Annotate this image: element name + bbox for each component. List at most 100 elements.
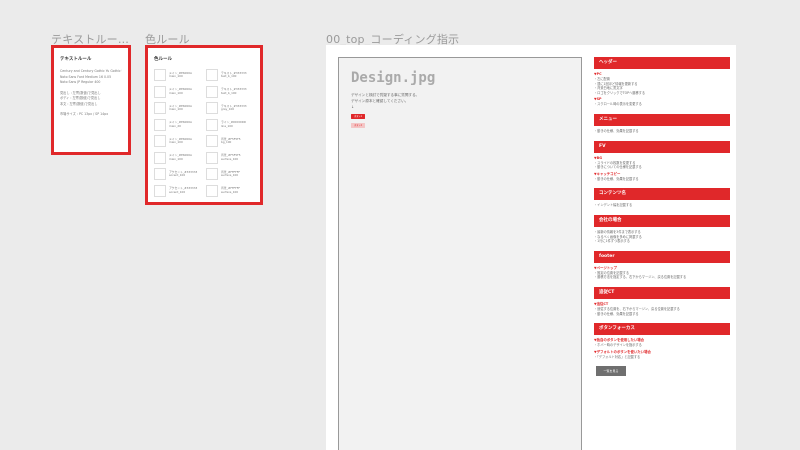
spec-section: 会社の場合 ・最新の情報を3件まで表示する ・なるべく画像を多めに掲載する ・1行に1… [594,214,730,244]
spec-section: ヘッダー ▼PC ・左に配置 ・週に1回ほど情報を更新する ・背景白地に黒文字 ・ロゴをク… [594,57,730,107]
spec-section: コンテンツ名 ・インデント幅を記載する [594,188,730,208]
color-swatch-row: メイン_#E6000A main_100 [154,102,202,115]
color-swatch-token: main_100 [169,107,183,112]
spec-section-title: 会社の場合 [594,214,730,227]
color-swatch-label: アクセント_#333333 accent_100 [169,170,197,178]
color-swatch-row: アクセント_#333333 accent_100 [154,168,202,181]
color-swatch-token: main_20 [169,123,181,128]
color-swatch [206,85,218,98]
color-swatch-row: メイン_#E6000A main_100 [154,85,202,99]
color-swatch [154,85,166,98]
spec-section-title: コンテンツ名 [594,188,730,201]
color-swatch-label: 背景_#FFFFFF surface_100 [221,187,240,194]
color-rules-heading: 色ルール [154,57,172,62]
color-swatch-label: メイン_#E6000A main_100 [169,137,192,145]
color-swatch [206,118,218,131]
spec-item: ・動きの仕様、効果を記載する [594,176,639,181]
design-title: Design.jpg [351,70,436,86]
color-swatch [206,184,218,197]
color-swatch-token: surface_100 [221,189,239,194]
spec-item: ・ホバー時のデザインを指示する [594,343,642,348]
spec-section-title: ヘッダー [594,57,730,69]
color-swatch-label: メイン_#E6000A main_20 [169,121,192,128]
spec-section-title: ボタンフォーカス [594,323,730,336]
spec-section-title: メニュー [594,113,730,126]
color-swatch-label: テキスト_#333333 text_b_100 [221,88,247,95]
color-swatch [206,151,218,164]
color-swatch-row: 背景_#F5F5F5 surface_100 [206,151,254,165]
spec-item: ・「デフォルト対応」と記載する [594,354,641,359]
color-swatch [154,69,166,82]
color-swatch-row: テキスト_#333333 text_b_100 [206,69,254,82]
spec-section: 追従CT ▼追従CT ・追従する位置を、右下からマージン、戻る位置を記載する ・動きの… [594,286,730,316]
color-swatch-label: テキスト_#333333 gray_100 [221,104,247,112]
spec-item: ・1行に1件ずつ表示する [594,239,630,244]
color-swatch-row: 背景_#F5F5F5 bg_100 [206,135,254,148]
artboard-text-rules[interactable]: テキストルール Century and Century Gothic Yu Go… [51,45,131,155]
text-rule-line: Century and Century Gothic Yu Gothic UI … [60,69,122,73]
design-text-line: ↓ [351,105,355,109]
color-swatch-token: surface_100 [221,173,239,178]
design-image-placeholder: Design.jpg デザインと検討で質疑する事に質問する。 デザイン原本と確認し… [338,57,582,450]
color-swatch [154,184,166,197]
color-swatch-row: ライン_#DDDDDD line_100 [206,118,254,132]
design-mini-button: ボタン1 [351,114,365,119]
color-swatch-token: gray_100 [221,107,235,112]
color-swatch-token: main_100 [169,74,183,79]
spec-item: ・動きについての仕様を記載する [594,165,642,170]
spec-section-title: 追従CT [594,286,730,299]
color-swatch-row: テキスト_#333333 text_b_100 [206,85,254,99]
color-swatch-row: 背景_#FFFFFF surface_100 [206,184,254,198]
color-swatch-label: 背景_#F5F5F5 surface_100 [221,154,241,161]
color-swatch-label: ライン_#DDDDDD line_100 [221,121,246,128]
spec-item: ・動きの仕様、効果を記載する [594,311,639,316]
color-swatch-label: アクセント_#333333 accent_100 [169,187,197,194]
spec-item: ・動きの仕様、効果を記載する [594,128,639,133]
color-swatch-label: テキスト_#333333 text_b_100 [221,71,247,79]
color-swatch [154,135,166,148]
color-swatch-token: main_100 [169,140,183,145]
color-swatch [154,118,166,131]
color-swatch-label: メイン_#E6000A main_100 [169,154,192,161]
color-swatch-row: アクセント_#333333 accent_100 [154,184,202,198]
color-swatch-label: メイン_#E6000A main_100 [169,104,192,112]
color-swatch [154,151,166,164]
spec-item: ・遷移方法を指定する、右下からマージン、戻る位置を記載する [594,275,687,280]
spec-item: ・ロゴをクリックでTOPへ遷移する [594,90,646,95]
spec-section: FV ▼BG ・スライドの枚数を変更する ・動きについての仕様を記載する ▼キャッチコピ… [594,140,730,182]
color-swatch-row: メイン_#E6000A main_20 [154,118,202,132]
spec-item: ・スクロール時の表示を変更する [594,102,642,107]
color-swatch-label: メイン_#E6000A main_100 [169,71,192,79]
artboard-design[interactable]: Design.jpg デザインと検討で質疑する事に質問する。 デザイン原本と確認し… [326,45,736,450]
color-swatch [206,135,218,148]
color-swatch-token: surface_100 [221,156,239,161]
color-swatch-row: 背景_#FFFFFF surface_100 [206,168,254,181]
color-swatch-row: メイン_#E6000A main_100 [154,135,202,148]
color-swatch-token: main_100 [169,156,183,161]
color-swatch-token: main_100 [169,90,183,95]
artboard-color-rules[interactable]: 色ルール メイン_#E6000A main_100 テキスト_#333333 text… [145,45,263,205]
color-swatch-label: メイン_#E6000A main_100 [169,88,192,95]
color-swatch-row: メイン_#E6000A main_100 [154,151,202,165]
text-rule-line: 市場サイズ : PC 13px / SP 14px [60,112,109,116]
color-swatch-token: text_b_100 [221,74,237,79]
spec-section: メニュー・動きの仕様、効果を記載する [594,113,730,134]
view-list-button: 一覧を見る [596,366,626,377]
spec-panel: ヘッダー ▼PC ・左に配置 ・週に1回ほど情報を更新する ・背景白地に黒文字 ・ロゴをク… [594,57,730,450]
spec-section-title: FV [594,140,730,153]
color-swatch [154,102,166,115]
color-swatch [206,168,218,181]
text-rules-heading: テキストルール [60,57,92,62]
color-swatch-token: accent_100 [169,189,186,194]
color-swatch-row: メイン_#E6000A main_100 [154,69,202,82]
color-swatch [206,102,218,115]
spec-section: ボタンフォーカス ▼独自のボタンを使用したい場合 ・ホバー時のデザインを指示する ▼デ… [594,323,730,359]
color-swatch-label: 背景_#F5F5F5 bg_100 [221,137,241,145]
color-swatch [206,69,218,82]
color-swatch [154,168,166,181]
color-swatch-label: 背景_#FFFFFF surface_100 [221,170,240,178]
color-swatch-token: bg_100 [221,140,232,145]
spec-section-title: footer [594,250,730,263]
spec-section: footer ▼ページトップ ・固定の位置を記載する ・遷移方法を指定する、右下からマ… [594,250,730,280]
color-swatch-token: line_100 [221,123,233,128]
